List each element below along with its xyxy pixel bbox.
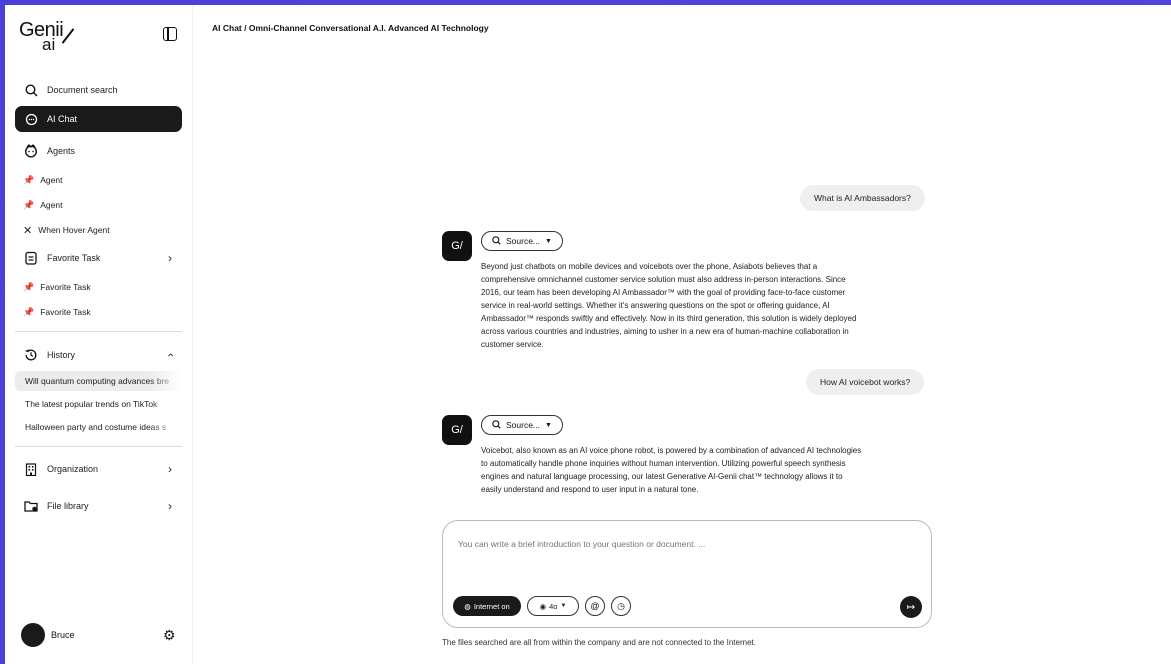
globe-icon: ◍	[464, 601, 471, 611]
pin-icon: 📌	[23, 281, 35, 292]
favorite-item-label: Favorite Task	[40, 307, 91, 317]
pin-icon: 📌	[23, 199, 35, 210]
chevron-right-icon: ›	[168, 251, 172, 265]
source-label: Source...	[506, 236, 541, 246]
breadcrumb: AI Chat / Omni-Channel Conversational A.…	[212, 23, 489, 33]
history-item[interactable]: Halloween party and costume ideas s	[15, 417, 182, 437]
sidebar-item-label: Agents	[47, 146, 76, 156]
history-icon[interactable]: ◷	[611, 596, 631, 616]
user-profile[interactable]: Bruce	[21, 623, 75, 647]
pin-icon: 📌	[23, 174, 35, 185]
agent-face-icon	[23, 143, 39, 159]
chevron-up-icon: ›	[163, 353, 177, 357]
sidebar-item-file-library[interactable]: File library ›	[15, 493, 182, 519]
pin-icon: 📌	[23, 306, 35, 317]
sidebar-item-label: Document search	[47, 85, 118, 95]
favorite-item[interactable]: 📌 Favorite Task	[15, 277, 182, 297]
favorite-item[interactable]: 📌 Favorite Task	[15, 302, 182, 322]
send-button[interactable]: ↦	[900, 596, 922, 618]
agent-item-label: Agent	[40, 175, 63, 185]
source-label: Source...	[506, 420, 541, 430]
logo-slash-icon	[61, 28, 75, 44]
user-message-bubble: How AI voicebot works?	[806, 369, 925, 395]
chevron-right-icon: ›	[168, 462, 172, 476]
sidebar-collapse-icon[interactable]	[163, 27, 177, 41]
app-window: Genii ai Document search AI Chat Agents …	[5, 5, 1171, 664]
bot-answer-text: Beyond just chatbots on mobile devices a…	[481, 262, 857, 349]
history-item-label: The latest popular trends on TikTok	[25, 399, 158, 409]
sidebar: Genii ai Document search AI Chat Agents …	[5, 5, 193, 664]
history-item-label: Halloween party and costume ideas s	[25, 422, 167, 432]
model-label: 4o	[549, 601, 558, 611]
search-icon	[492, 235, 501, 247]
model-select[interactable]: ◉ 4o ▼	[527, 596, 579, 616]
clipboard-icon	[23, 250, 39, 266]
chevron-right-icon: ›	[168, 499, 172, 513]
internet-label: Internet on	[473, 601, 510, 611]
genii-ai-logo[interactable]: Genii ai	[19, 19, 89, 55]
sidebar-item-favorite-task[interactable]: Favorite Task ›	[15, 245, 182, 271]
sidebar-item-label: Organization	[47, 464, 99, 474]
sidebar-item-label: History	[47, 350, 76, 360]
divider	[15, 446, 182, 447]
sidebar-item-document-search[interactable]: Document search	[15, 77, 182, 103]
sidebar-item-label: AI Chat	[47, 114, 78, 124]
user-message-bubble: What is AI Ambassadors?	[800, 185, 925, 211]
agent-item[interactable]: 📌 Agent	[15, 170, 182, 190]
attach-icon[interactable]: @	[585, 596, 605, 616]
user-name: Bruce	[51, 630, 75, 640]
chevron-down-icon: ▼	[560, 603, 567, 609]
agent-item-label: Agent	[40, 200, 63, 210]
gear-icon[interactable]: ⚙	[163, 627, 176, 644]
model-icon: ◉	[539, 601, 547, 611]
bot-answer-text: Voicebot, also known as an AI voice phon…	[481, 446, 862, 494]
sidebar-item-label: Favorite Task	[47, 253, 101, 263]
agent-item-hover[interactable]: ✕ When Hover Agent	[15, 220, 182, 240]
sidebar-item-ai-chat[interactable]: AI Chat	[15, 106, 182, 132]
agent-item[interactable]: 📌 Agent	[15, 195, 182, 215]
divider	[15, 331, 182, 332]
bot-avatar-icon: G/	[442, 231, 472, 261]
user-message-text: What is AI Ambassadors?	[814, 193, 911, 203]
bot-avatar-icon: G/	[442, 415, 472, 445]
chat-bubble-icon	[23, 111, 39, 127]
source-dropdown[interactable]: Source... ▼	[481, 415, 563, 435]
building-icon	[23, 461, 39, 477]
search-icon	[492, 419, 501, 431]
close-icon[interactable]: ✕	[23, 224, 32, 237]
history-item[interactable]: Will quantum computing advances bre	[15, 371, 182, 391]
sidebar-item-organization[interactable]: Organization ›	[15, 456, 182, 482]
sidebar-item-agents[interactable]: Agents	[15, 138, 182, 164]
source-dropdown[interactable]: Source... ▼	[481, 231, 563, 251]
history-icon	[23, 347, 39, 363]
user-message-text: How AI voicebot works?	[820, 377, 911, 387]
sidebar-item-label: File library	[47, 501, 89, 511]
logo-text-bottom: ai	[42, 35, 56, 54]
sidebar-item-history[interactable]: History ›	[15, 342, 182, 368]
message-composer: ◍ Internet on ◉ 4o ▼ @ ◷ ↦	[442, 520, 932, 628]
agent-item-label: When Hover Agent	[38, 225, 110, 235]
favorite-item-label: Favorite Task	[40, 282, 91, 292]
avatar	[21, 623, 45, 647]
message-input[interactable]	[458, 539, 918, 549]
internet-toggle-button[interactable]: ◍ Internet on	[453, 596, 521, 616]
chevron-down-icon: ▼	[545, 237, 552, 245]
history-item[interactable]: The latest popular trends on TikTok	[15, 394, 182, 414]
search-icon	[23, 82, 39, 98]
folder-icon	[23, 498, 39, 514]
history-item-label: Will quantum computing advances bre	[25, 376, 170, 386]
footer-note: The files searched are all from within t…	[442, 638, 756, 647]
chevron-down-icon: ▼	[545, 421, 552, 429]
